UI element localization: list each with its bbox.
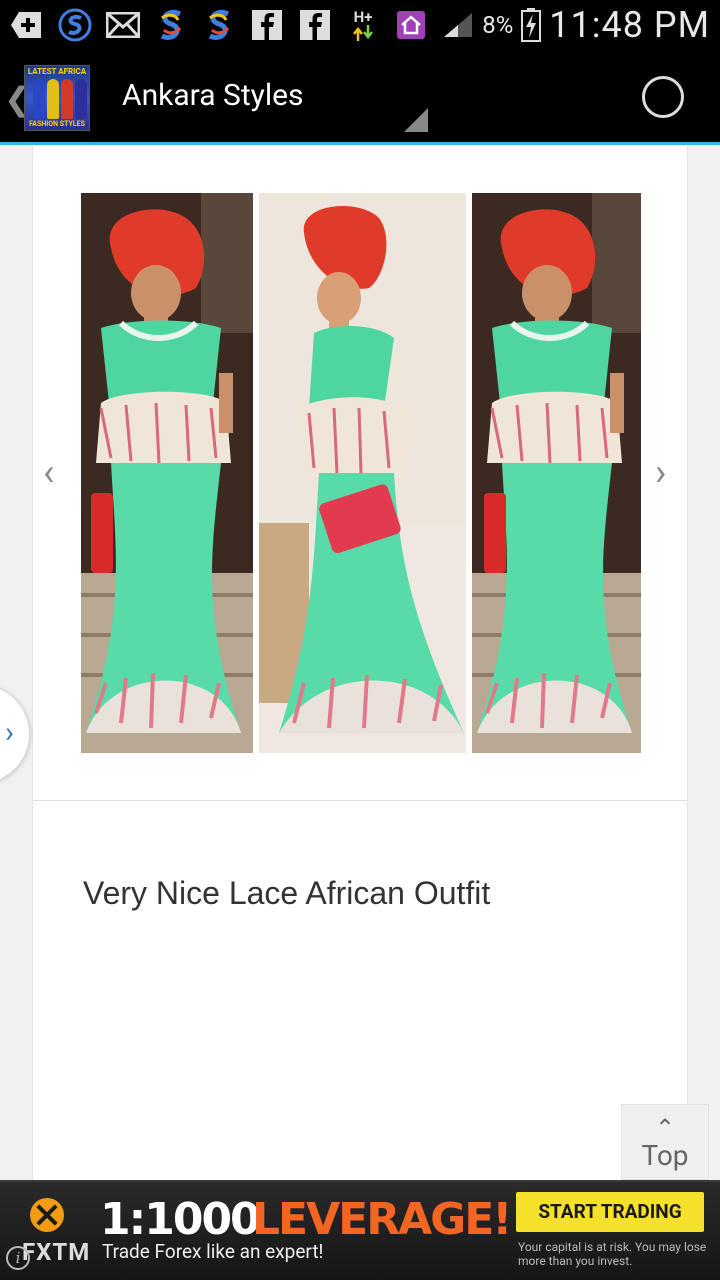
next-image-arrow-icon[interactable]: ›: [655, 451, 666, 495]
outfit-photo-side[interactable]: [259, 193, 466, 753]
chevron-up-icon: ⌃: [654, 1114, 676, 1142]
facebook-icon: [250, 8, 284, 42]
plus-icon: [10, 8, 44, 42]
page-title[interactable]: Ankara Styles: [122, 78, 304, 113]
outfit-photo-front-alt[interactable]: [472, 193, 641, 753]
mail-icon: [106, 8, 140, 42]
signal-icon: [444, 13, 473, 37]
outfit-photo-front[interactable]: [81, 193, 253, 753]
ad-cta-button[interactable]: START TRADING: [516, 1192, 704, 1232]
s-sync-icon: [202, 8, 236, 42]
facebook-icon: [298, 8, 332, 42]
network-h-plus-icon: H+: [346, 8, 380, 42]
logo-text-top: LATEST AFRICA: [27, 67, 87, 76]
refresh-circle-icon[interactable]: [642, 76, 684, 118]
prev-image-arrow-icon[interactable]: ‹: [43, 451, 54, 495]
battery-percent: 8%: [482, 11, 514, 39]
ad-headline-word: LEVERAGE!: [252, 1194, 512, 1245]
notification-icons: H+: [10, 8, 428, 42]
ad-banner[interactable]: FXTM i 1:1000 LEVERAGE! Trade Forex like…: [0, 1180, 720, 1280]
action-bar: ❮ LATEST AFRICA FASHION STYLES Ankara St…: [0, 50, 720, 143]
clock: 11:48 PM: [549, 4, 710, 46]
fxtm-logo-icon: [30, 1198, 64, 1232]
dropdown-triangle-icon[interactable]: [404, 108, 428, 132]
chevron-right-icon: ›: [5, 715, 15, 750]
s-sync-icon: [154, 8, 188, 42]
status-right: 8% 11:48 PM: [442, 4, 710, 46]
logo-text-bottom: FASHION STYLES: [29, 120, 85, 128]
side-drawer-tab[interactable]: ›: [0, 684, 30, 784]
back-to-top-button[interactable]: ⌃ Top: [621, 1104, 709, 1180]
s-app-icon: [58, 8, 92, 42]
ad-disclaimer: Your capital is at risk. You may lose mo…: [518, 1240, 707, 1268]
ad-brand: FXTM: [22, 1238, 91, 1266]
back-to-top-label: Top: [641, 1139, 689, 1172]
post-caption: Very Nice Lace African Outfit: [83, 875, 491, 911]
image-gallery[interactable]: ‹ ›: [33, 145, 689, 801]
ad-subline: Trade Forex like an expert!: [102, 1240, 324, 1263]
app-logo[interactable]: LATEST AFRICA FASHION STYLES: [24, 65, 90, 131]
home-icon: [394, 8, 428, 42]
post-card: ‹ › Very Nice Lace African Outfit: [32, 145, 689, 1180]
ad-headline-ratio: 1:1000: [100, 1194, 261, 1245]
battery-charging-icon: [521, 8, 542, 42]
ad-info-icon[interactable]: i: [6, 1246, 30, 1270]
status-bar: H+ 8% 11:48 PM: [0, 0, 720, 50]
